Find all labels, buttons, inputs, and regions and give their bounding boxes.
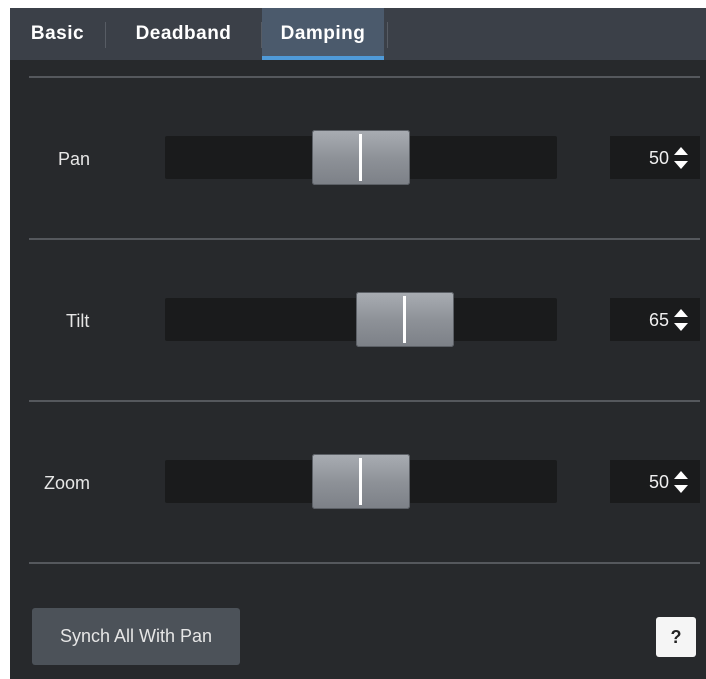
divider: [29, 76, 700, 78]
damping-panel: Basic Deadband Damping Pan 50 Tilt 65 Zo…: [10, 8, 706, 679]
slider-grip-line: [359, 134, 362, 181]
pan-spinbox[interactable]: 50: [610, 136, 700, 179]
slider-grip-line: [359, 458, 362, 505]
help-button[interactable]: ?: [656, 617, 696, 657]
zoom-slider-thumb[interactable]: [312, 454, 410, 509]
tab-separator: [387, 22, 388, 48]
divider: [29, 238, 700, 240]
spin-arrows-icon[interactable]: [672, 307, 690, 333]
zoom-slider-track[interactable]: [165, 454, 557, 509]
synch-all-button-label: Synch All With Pan: [59, 626, 213, 646]
tab-basic-label: Basic: [30, 23, 85, 44]
divider: [29, 562, 700, 564]
tab-damping-label: Damping: [280, 23, 366, 44]
tilt-label: Tilt: [66, 311, 90, 331]
divider: [29, 400, 700, 402]
zoom-spinbox[interactable]: 50: [610, 460, 700, 503]
spin-arrows-icon[interactable]: [672, 469, 690, 495]
tab-deadband-label: Deadband: [135, 23, 232, 44]
active-tab-indicator: [262, 56, 384, 60]
spin-arrows-icon[interactable]: [672, 145, 690, 171]
tab-basic[interactable]: Basic: [10, 8, 105, 60]
pan-label: Pan: [58, 149, 91, 169]
tab-damping[interactable]: Damping: [262, 8, 384, 60]
tilt-slider-thumb[interactable]: [356, 292, 454, 347]
zoom-label: Zoom: [44, 473, 91, 493]
pan-slider-thumb[interactable]: [312, 130, 410, 185]
zoom-value: 50: [648, 472, 669, 492]
tilt-spinbox[interactable]: 65: [610, 298, 700, 341]
tab-bar: Basic Deadband Damping: [10, 8, 706, 60]
pan-slider-track[interactable]: [165, 130, 557, 185]
help-icon: ?: [670, 626, 682, 647]
slider-grip-line: [403, 296, 406, 343]
tab-deadband[interactable]: Deadband: [106, 8, 261, 60]
synch-all-button[interactable]: Synch All With Pan: [32, 608, 240, 665]
pan-value: 50: [648, 148, 669, 168]
tilt-slider-track[interactable]: [165, 292, 557, 347]
tilt-value: 65: [648, 310, 669, 330]
